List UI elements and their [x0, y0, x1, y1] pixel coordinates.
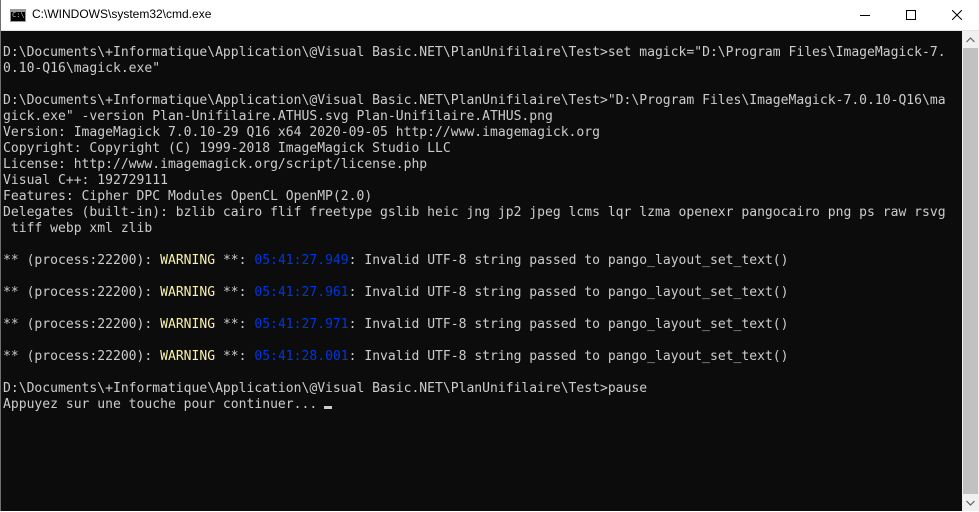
console-line: tiff webp xml zlib	[3, 221, 153, 236]
warning-text: : Invalid UTF-8 string passed to pango_l…	[348, 285, 789, 300]
warning-text: ** (process:22200):	[3, 349, 161, 364]
console-line: Delegates (built-in): bzlib cairo flif f…	[3, 205, 946, 220]
console-line: License: http://www.imagemagick.org/scri…	[3, 157, 428, 172]
console-line: D:\Documents\+Informatique\Application\@…	[3, 93, 946, 108]
timestamp: 05:41:27.971	[254, 317, 349, 332]
warning-label: WARNING	[160, 253, 216, 268]
warning-text: ** (process:22200):	[3, 317, 161, 332]
title-bar[interactable]: C:\ C:\WINDOWS\system32\cmd.exe	[1, 0, 979, 31]
maximize-icon	[906, 10, 916, 20]
scrollbar-thumb[interactable]	[963, 48, 978, 494]
console-output[interactable]: D:\Documents\+Informatique\Application\@…	[1, 31, 962, 511]
scroll-down-button[interactable]	[962, 494, 979, 511]
console-line: Features: Cipher DPC Modules OpenCL Open…	[3, 189, 373, 204]
scroll-up-button[interactable]	[962, 31, 979, 48]
warning-line: ** (process:22200): WARNING **: 05:41:28…	[3, 349, 789, 365]
text-cursor	[324, 406, 333, 409]
pause-prompt-text: Appuyez sur une touche pour continuer...	[3, 397, 318, 412]
warning-text: ** (process:22200):	[3, 253, 161, 268]
warning-line: ** (process:22200): WARNING **: 05:41:27…	[3, 253, 789, 269]
cmd-icon-glyph: C:\	[12, 11, 25, 19]
window-title: C:\WINDOWS\system32\cmd.exe	[32, 7, 212, 21]
console-line: Visual C++: 192729111	[3, 173, 168, 188]
warning-text: **:	[215, 285, 255, 300]
close-button[interactable]	[934, 0, 979, 30]
chevron-down-icon	[966, 500, 975, 506]
pause-prompt-line: Appuyez sur une touche pour continuer...	[3, 397, 333, 413]
warning-text: **:	[215, 317, 255, 332]
timestamp: 05:41:27.961	[254, 285, 349, 300]
warning-text: ** (process:22200):	[3, 285, 161, 300]
cmd-icon[interactable]: C:\	[10, 9, 26, 22]
console-line: gick.exe" -version Plan-Unifilaire.ATHUS…	[3, 109, 553, 124]
warning-text: : Invalid UTF-8 string passed to pango_l…	[348, 253, 789, 268]
warning-label: WARNING	[160, 285, 216, 300]
console-line: 0.10-Q16\magick.exe"	[3, 61, 161, 76]
maximize-button[interactable]	[888, 0, 934, 30]
warning-line: ** (process:22200): WARNING **: 05:41:27…	[3, 285, 789, 301]
chevron-up-icon	[966, 36, 975, 42]
console-line: D:\Documents\+Informatique\Application\@…	[3, 381, 648, 396]
warning-text: **:	[215, 349, 255, 364]
timestamp: 05:41:28.001	[254, 349, 349, 364]
warning-text: : Invalid UTF-8 string passed to pango_l…	[348, 349, 789, 364]
cmd-window: C:\ C:\WINDOWS\system32\cmd.exe D:\Docum…	[0, 0, 979, 511]
console-line: Copyright: Copyright (C) 1999-2018 Image…	[3, 141, 451, 156]
warning-text: **:	[215, 253, 255, 268]
timestamp: 05:41:27.949	[254, 253, 349, 268]
warning-label: WARNING	[160, 349, 216, 364]
close-icon	[952, 10, 962, 20]
console-line: Version: ImageMagick 7.0.10-29 Q16 x64 2…	[3, 125, 600, 140]
warning-text: : Invalid UTF-8 string passed to pango_l…	[348, 317, 789, 332]
vertical-scrollbar[interactable]	[962, 31, 979, 511]
console-line: D:\Documents\+Informatique\Application\@…	[3, 45, 946, 60]
minimize-button[interactable]	[842, 0, 888, 30]
warning-line: ** (process:22200): WARNING **: 05:41:27…	[3, 317, 789, 333]
warning-label: WARNING	[160, 317, 216, 332]
minimize-icon	[860, 15, 870, 16]
